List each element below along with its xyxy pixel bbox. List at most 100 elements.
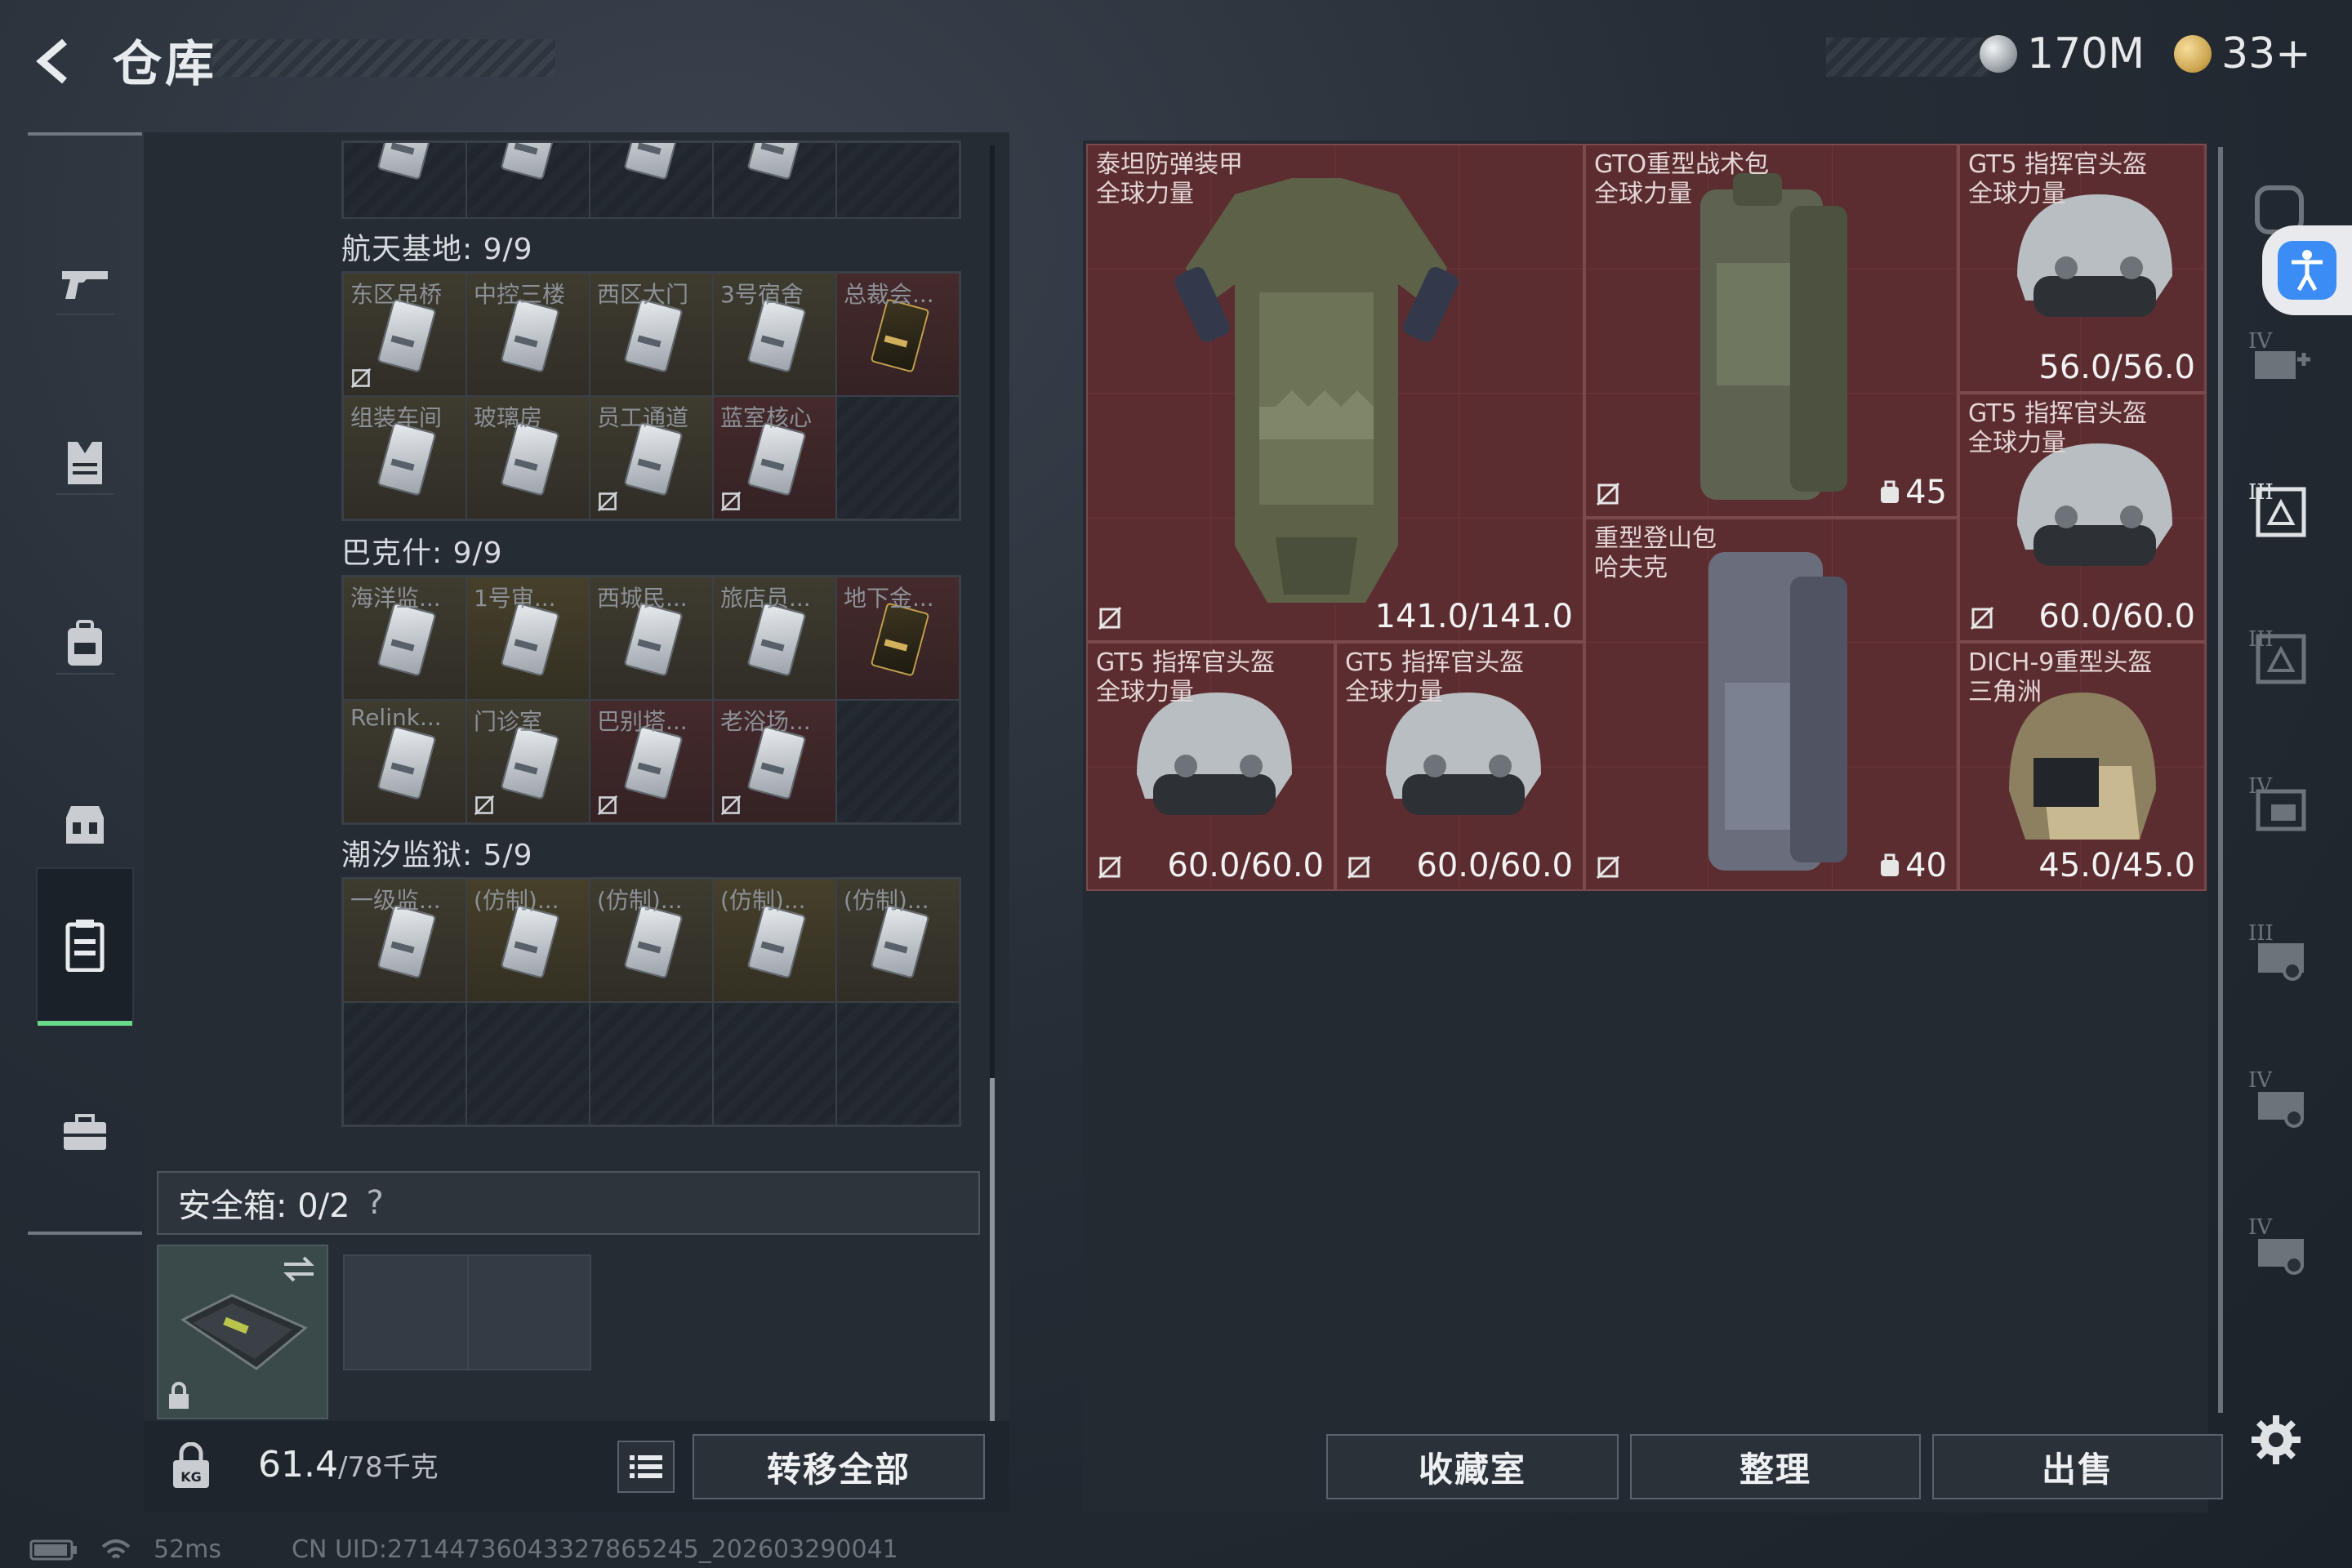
empty-slot[interactable]	[836, 1002, 960, 1125]
item-durability: 60.0/60.0	[1416, 847, 1573, 884]
key-card-slot[interactable]: Relink...	[343, 700, 466, 823]
armor-add-icon[interactable]: IV	[2234, 310, 2324, 400]
key-card-slot[interactable]: 东区吊桥	[343, 273, 466, 396]
empty-slot[interactable]	[713, 1002, 836, 1125]
currency-gold[interactable]: 33+	[2174, 29, 2311, 78]
nav-case[interactable]	[36, 1055, 134, 1210]
backpack-icon	[68, 620, 102, 666]
key-card-slot[interactable]: 组装车间	[343, 396, 466, 519]
currency-silver[interactable]: 170M	[1980, 29, 2145, 78]
nav-keys[interactable]	[36, 867, 134, 1026]
key-card-label: Relink...	[350, 704, 442, 731]
key-card-icon	[500, 725, 560, 800]
key-slot[interactable]	[713, 142, 836, 217]
key-card-slot[interactable]: (仿制)...	[590, 879, 713, 1002]
collection-button[interactable]: 收藏室	[1326, 1434, 1619, 1499]
item-armor-vest[interactable]: 泰坦防弹装甲 全球力量 141.0/141.0	[1086, 144, 1584, 642]
item-helmet[interactable]: GT5 指挥官头盔 全球力量 60.0/60.0	[1958, 393, 2207, 642]
key-slot[interactable]	[466, 142, 590, 217]
empty-slot[interactable]	[343, 1002, 466, 1125]
key-card-slot[interactable]: 老浴场...	[713, 700, 836, 823]
case-filter-icon-2[interactable]: IV	[2234, 1200, 2324, 1290]
key-card-slot[interactable]: 1号审...	[466, 577, 590, 700]
stash-scroll-thumb[interactable]	[990, 1078, 995, 1421]
item-heavy-helmet[interactable]: DICH-9重型头盔 三角洲 45.0/45.0	[1958, 642, 2207, 891]
key-card-label: 西城民...	[597, 585, 688, 612]
key-card-icon	[376, 904, 437, 979]
no-sell-icon	[1098, 855, 1122, 880]
item-name: GT5 指挥官头盔 全球力量	[1096, 648, 1276, 706]
item-name: DICH-9重型头盔 三角洲	[1968, 648, 2153, 706]
key-card-slot[interactable]: 总裁会...	[836, 273, 960, 396]
no-sell-icon	[1596, 855, 1620, 880]
item-name: GTO重型战术包 全球力量	[1594, 150, 1770, 208]
key-card-slot[interactable]: 门诊室	[466, 700, 590, 823]
item-capacity: 45	[1879, 474, 1947, 511]
help-icon[interactable]: ?	[367, 1184, 384, 1222]
item-helmet[interactable]: GT5 指挥官头盔 全球力量 60.0/60.0	[1086, 642, 1335, 891]
safe-case-icon	[180, 1294, 308, 1370]
key-slot[interactable]	[590, 142, 713, 217]
key-card-slot[interactable]: 西城民...	[590, 577, 713, 700]
currency-decoration	[1826, 38, 1989, 77]
nav-backpack[interactable]	[36, 565, 134, 720]
list-view-button[interactable]	[617, 1441, 675, 1493]
status-bar: 52ms CN UID:27144736043327865245_2026032…	[29, 1535, 898, 1564]
key-card-slot[interactable]: (仿制)...	[466, 879, 590, 1002]
nav-armor[interactable]	[36, 385, 134, 541]
bag-filter-icon[interactable]: IV	[2234, 760, 2324, 849]
nav-weapons[interactable]	[36, 206, 134, 361]
accessibility-button[interactable]	[2262, 225, 2352, 315]
item-helmet[interactable]: GT5 指挥官头盔 全球力量 56.0/56.0	[1958, 144, 2207, 393]
key-card-icon	[746, 602, 807, 677]
no-sell-icon	[597, 795, 618, 816]
svg-text:III: III	[2248, 627, 2274, 652]
armor-filter-icon[interactable]: III	[2234, 466, 2324, 555]
transfer-all-button[interactable]: 转移全部	[693, 1434, 985, 1499]
key-card-slot[interactable]: 海洋监...	[343, 577, 466, 700]
key-card-slot[interactable]: (仿制)...	[836, 879, 960, 1002]
key-card-icon	[500, 904, 560, 979]
key-card-slot[interactable]: 员工通道	[590, 396, 713, 519]
key-card-icon	[870, 602, 930, 677]
key-card-slot[interactable]: 西区大门	[590, 273, 713, 396]
safe-box-slot[interactable]	[157, 1245, 328, 1419]
swap-icon[interactable]	[281, 1254, 317, 1284]
item-mountain-backpack[interactable]: 重型登山包 哈夫克 40	[1584, 518, 1958, 891]
item-helmet[interactable]: GT5 指挥官头盔 全球力量 60.0/60.0	[1335, 642, 1584, 891]
item-tactical-backpack[interactable]: GTO重型战术包 全球力量 45	[1584, 144, 1958, 518]
weight-readout: 61.4/78千克	[258, 1444, 439, 1486]
key-card-slot[interactable]: 中控三楼	[466, 273, 590, 396]
key-card-slot[interactable]: 巴别塔...	[590, 700, 713, 823]
empty-slot[interactable]	[466, 1002, 590, 1125]
key-card-slot[interactable]: 玻璃房	[466, 396, 590, 519]
settings-button[interactable]	[2247, 1411, 2305, 1468]
nav-divider	[56, 314, 114, 315]
key-card-label: (仿制)...	[720, 887, 806, 914]
no-sell-icon	[720, 491, 742, 512]
sell-button[interactable]: 出售	[1932, 1434, 2223, 1499]
key-card-slot[interactable]: (仿制)...	[713, 879, 836, 1002]
region-title: 潮汐监狱: 5/9	[341, 839, 533, 872]
inventory-scrollbar[interactable]	[2218, 147, 2223, 1413]
nav-divider	[56, 493, 114, 495]
organize-button[interactable]: 整理	[1630, 1434, 1921, 1499]
svg-text:KG: KG	[180, 1469, 202, 1485]
key-card-slot[interactable]: 地下金...	[836, 577, 960, 700]
empty-slot[interactable]	[590, 1002, 713, 1125]
key-slot[interactable]	[343, 142, 466, 217]
safe-box-empty-slot[interactable]	[343, 1254, 591, 1370]
key-card-slot[interactable]: 旅店员...	[713, 577, 836, 700]
key-card-label: 一级监...	[350, 887, 441, 914]
helmet-filter-icon[interactable]: III	[2234, 612, 2324, 702]
case-filter-icon[interactable]: IV	[2234, 1054, 2324, 1143]
key-card-slot[interactable]: 蓝室核心	[713, 396, 836, 519]
rig-filter-icon[interactable]: III	[2234, 906, 2324, 996]
key-card-slot[interactable]: 3号宿舍	[713, 273, 836, 396]
empty-slot[interactable]	[836, 700, 960, 823]
key-slot[interactable]	[836, 142, 960, 217]
empty-slot[interactable]	[836, 396, 960, 519]
key-card-slot[interactable]: 一级监...	[343, 879, 466, 1002]
key-card-label: 中控三楼	[474, 281, 566, 308]
back-button[interactable]	[28, 33, 85, 90]
